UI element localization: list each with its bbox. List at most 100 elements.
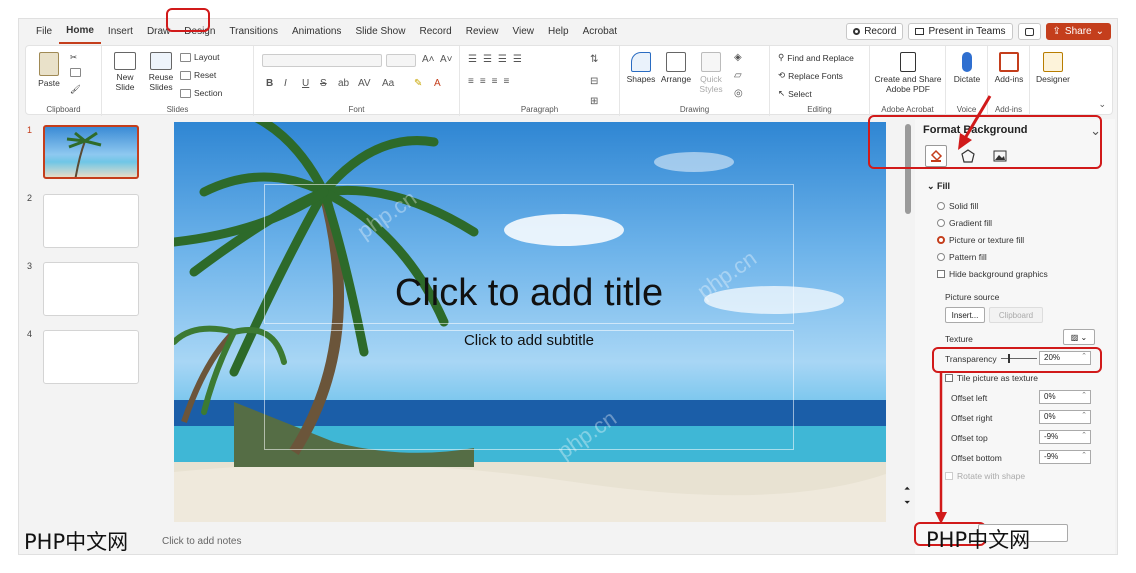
text-direction-icon[interactable]: ⇅ bbox=[590, 54, 598, 65]
slide-thumbnail-1[interactable] bbox=[43, 125, 139, 179]
shapes-label: Shapes bbox=[626, 74, 656, 84]
tab-insert[interactable]: Insert bbox=[101, 19, 140, 45]
dictate-button[interactable]: Dictate bbox=[950, 52, 984, 84]
hide-background-option[interactable]: Hide background graphics bbox=[937, 269, 1048, 279]
previous-slide-icon[interactable]: ⏶ bbox=[904, 484, 910, 494]
cut-icon[interactable]: ✂ bbox=[70, 52, 77, 63]
change-case-icon[interactable]: Aa bbox=[382, 78, 394, 89]
shrink-font-icon[interactable]: A˅ bbox=[440, 54, 453, 65]
addins-label: Add-ins bbox=[994, 74, 1024, 84]
tab-help[interactable]: Help bbox=[541, 19, 576, 45]
offset-right-input[interactable]: 0% bbox=[1039, 410, 1091, 424]
radio-button[interactable] bbox=[937, 219, 945, 227]
reset-button[interactable]: Reset bbox=[180, 70, 216, 80]
insert-button[interactable]: Insert... bbox=[945, 307, 985, 323]
select-button[interactable]: ↖ Select bbox=[778, 88, 812, 99]
format-painter-icon[interactable]: 🖌 bbox=[70, 84, 81, 95]
align-text-icon[interactable]: ⊟ bbox=[590, 76, 598, 87]
record-label: Record bbox=[864, 26, 897, 37]
slide-scrollbar[interactable]: ⏶ ⏷ bbox=[903, 122, 913, 522]
quick-styles-button[interactable]: Quick Styles bbox=[696, 52, 726, 94]
tab-file[interactable]: File bbox=[29, 19, 59, 45]
slide-canvas[interactable]: php.cn php.cn php.cn Click to add title … bbox=[174, 122, 886, 522]
reuse-slides-button[interactable]: Reuse Slides bbox=[146, 52, 176, 92]
font-size-box[interactable] bbox=[386, 54, 416, 67]
texture-picker[interactable]: ▨ ⌄ bbox=[1063, 329, 1095, 345]
arrange-button[interactable]: Arrange bbox=[660, 52, 692, 84]
slide-subtitle[interactable]: Click to add subtitle bbox=[264, 332, 794, 349]
section-button[interactable]: Section bbox=[180, 88, 222, 98]
align-buttons-icon[interactable]: ≡≡≡≡ bbox=[468, 76, 515, 87]
offset-bottom-input[interactable]: -9% bbox=[1039, 450, 1091, 464]
radio-button[interactable] bbox=[937, 253, 945, 261]
fill-section-header[interactable]: ⌄ Fill bbox=[927, 181, 950, 192]
radio-button-selected[interactable] bbox=[937, 236, 945, 244]
tab-record[interactable]: Record bbox=[412, 19, 458, 45]
rotate-with-shape-option[interactable]: Rotate with shape bbox=[945, 471, 1025, 481]
offset-bottom-label: Offset bottom bbox=[951, 453, 1002, 463]
record-button[interactable]: Record bbox=[846, 23, 904, 40]
italic-button[interactable]: I bbox=[284, 78, 287, 89]
checkbox[interactable] bbox=[945, 472, 953, 480]
pattern-fill-option[interactable]: Pattern fill bbox=[937, 252, 987, 262]
share-button[interactable]: ⇪ Share ⌄ bbox=[1045, 23, 1111, 40]
new-slide-button[interactable]: New Slide bbox=[110, 52, 140, 92]
pane-scrollbar[interactable] bbox=[1107, 123, 1113, 543]
text-shadow-icon[interactable]: ab bbox=[338, 78, 349, 89]
copy-icon[interactable] bbox=[70, 68, 81, 77]
grow-font-icon[interactable]: A˄ bbox=[422, 54, 435, 65]
list-buttons-icon[interactable]: ☰☰☰☰ bbox=[468, 54, 528, 65]
gradient-fill-option[interactable]: Gradient fill bbox=[937, 218, 992, 228]
checkbox[interactable] bbox=[945, 374, 953, 382]
font-name-box[interactable] bbox=[262, 54, 382, 67]
checkbox[interactable] bbox=[937, 270, 945, 278]
strikethrough-button[interactable]: S bbox=[320, 78, 327, 89]
slide-thumbnail-3[interactable] bbox=[43, 262, 139, 316]
slide-title[interactable]: Click to add title bbox=[264, 272, 794, 315]
highlight-icon[interactable]: ✎ bbox=[414, 78, 422, 89]
designer-button[interactable]: Designer bbox=[1034, 52, 1072, 84]
shape-fill-icon[interactable]: ◈ bbox=[734, 52, 742, 63]
drawing-group: Shapes Arrange Quick Styles ◈ ▱ ◎ Drawin… bbox=[620, 46, 770, 116]
tab-view[interactable]: View bbox=[506, 19, 542, 45]
find-replace-button[interactable]: ⚲ Find and Replace bbox=[778, 52, 854, 63]
font-color-icon[interactable]: A bbox=[434, 78, 441, 89]
character-spacing-icon[interactable]: AV bbox=[358, 78, 371, 89]
solid-fill-option[interactable]: Solid fill bbox=[937, 201, 978, 211]
reset-label: Reset bbox=[194, 70, 217, 80]
present-in-teams-button[interactable]: Present in Teams bbox=[908, 23, 1013, 40]
tab-transitions[interactable]: Transitions bbox=[222, 19, 285, 45]
paste-button[interactable]: Paste bbox=[32, 52, 66, 88]
addins-button[interactable]: Add-ins bbox=[992, 52, 1026, 84]
clipboard-button[interactable]: Clipboard bbox=[989, 307, 1043, 323]
shapes-button[interactable]: Shapes bbox=[626, 52, 656, 84]
bold-button[interactable]: B bbox=[266, 78, 273, 89]
slide-thumbnail-2[interactable] bbox=[43, 194, 139, 248]
shape-effects-icon[interactable]: ◎ bbox=[734, 88, 743, 99]
share-icon: ⇪ bbox=[1052, 26, 1061, 37]
slide-thumbnail-4[interactable] bbox=[43, 330, 139, 384]
replace-fonts-button[interactable]: ⟲ Replace Fonts bbox=[778, 70, 843, 81]
radio-button[interactable] bbox=[937, 202, 945, 210]
tab-home[interactable]: Home bbox=[59, 20, 101, 44]
underline-button[interactable]: U bbox=[302, 78, 309, 89]
tab-acrobat[interactable]: Acrobat bbox=[576, 19, 624, 45]
create-pdf-button[interactable]: Create and Share Adobe PDF bbox=[874, 52, 942, 94]
clipboard-group: Paste ✂ 🖌 Clipboard bbox=[26, 46, 102, 116]
option-label: Hide background graphics bbox=[949, 269, 1048, 279]
offset-left-input[interactable]: 0% bbox=[1039, 390, 1091, 404]
tab-animations[interactable]: Animations bbox=[285, 19, 348, 45]
section-label: Section bbox=[194, 88, 223, 98]
picture-fill-option[interactable]: Picture or texture fill bbox=[937, 235, 1024, 245]
offset-top-input[interactable]: -9% bbox=[1039, 430, 1091, 444]
collapse-ribbon-icon[interactable]: ⌄ bbox=[1098, 99, 1106, 110]
layout-button[interactable]: Layout bbox=[180, 52, 220, 62]
next-slide-icon[interactable]: ⏷ bbox=[904, 498, 910, 508]
tile-picture-option[interactable]: Tile picture as texture bbox=[945, 373, 1038, 383]
tab-slide-show[interactable]: Slide Show bbox=[348, 19, 412, 45]
shape-outline-icon[interactable]: ▱ bbox=[734, 70, 742, 81]
voice-group: Dictate Voice bbox=[946, 46, 988, 116]
notes-placeholder[interactable]: Click to add notes bbox=[162, 536, 242, 547]
tab-review[interactable]: Review bbox=[459, 19, 506, 45]
comments-button[interactable] bbox=[1017, 23, 1041, 40]
